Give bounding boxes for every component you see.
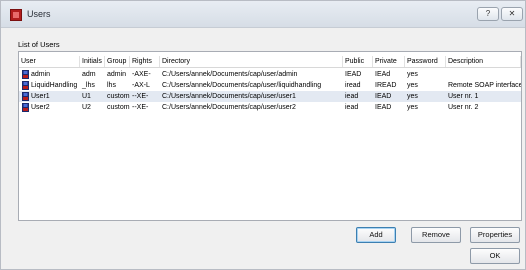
column-header-group[interactable]: Group	[105, 56, 130, 67]
user-rights: --XE-	[132, 93, 149, 100]
table-row-selected[interactable]: User1 U1 custom --XE- C:/Users/annek/Doc…	[19, 91, 521, 102]
table-header: User Initials Group Rights Directory Pub…	[19, 56, 521, 68]
table-row[interactable]: admin adm admin -AXE- C:/Users/annek/Doc…	[19, 69, 521, 80]
user-name: User2	[31, 104, 50, 111]
column-header-directory[interactable]: Directory	[160, 56, 343, 67]
user-description: User nr. 2	[448, 104, 479, 111]
user-group: lhs	[107, 82, 116, 89]
user-public: iread	[345, 82, 361, 89]
column-header-password[interactable]: Password	[405, 56, 446, 67]
user-initials: adm	[82, 71, 96, 78]
remove-button[interactable]: Remove	[411, 227, 461, 243]
user-description: User nr. 1	[448, 93, 479, 100]
user-group: custom	[107, 104, 130, 111]
column-header-initials[interactable]: Initials	[80, 56, 105, 67]
user-name: LiquidHandling	[31, 82, 78, 89]
user-password: yes	[407, 82, 418, 89]
user-public: iead	[345, 104, 359, 111]
close-icon[interactable]: ✕	[501, 7, 523, 21]
user-name: User1	[31, 93, 50, 100]
user-rights: --XE-	[132, 104, 149, 111]
user-group: admin	[107, 71, 127, 78]
user-initials: U2	[82, 104, 91, 111]
user-directory: C:/Users/annek/Documents/cap/user/admin	[162, 71, 298, 78]
user-private: IEAd	[375, 71, 391, 78]
column-header-public[interactable]: Public	[343, 56, 373, 67]
column-header-rights[interactable]: Rights	[130, 56, 160, 67]
column-header-private[interactable]: Private	[373, 56, 405, 67]
user-private: IREAD	[375, 82, 397, 89]
user-private: IEAD	[375, 104, 392, 111]
user-public: iead	[345, 93, 359, 100]
column-header-description[interactable]: Description	[446, 56, 521, 67]
user-password: yes	[407, 71, 418, 78]
users-window: Users ? ✕ List of Users User Initials Gr…	[0, 0, 526, 270]
user-directory: C:/Users/annek/Documents/cap/user/liquid…	[162, 82, 322, 89]
title-bar[interactable]: Users ? ✕	[1, 1, 525, 28]
user-rights: -AXE-	[132, 71, 151, 78]
column-header-user[interactable]: User	[19, 56, 80, 67]
list-label: List of Users	[18, 40, 60, 49]
user-description	[446, 69, 521, 80]
user-public: IEAD	[345, 71, 362, 78]
properties-button[interactable]: Properties	[470, 227, 520, 243]
user-password: yes	[407, 93, 418, 100]
user-description: Remote SOAP interface	[448, 82, 521, 89]
user-private: IEAD	[375, 93, 392, 100]
user-group: custom	[107, 93, 130, 100]
user-initials: _lhs	[82, 82, 95, 89]
user-directory: C:/Users/annek/Documents/cap/user/user1	[162, 93, 296, 100]
user-password: yes	[407, 104, 418, 111]
help-icon[interactable]: ?	[477, 7, 499, 21]
window-title: Users	[27, 9, 51, 19]
app-icon	[10, 9, 22, 21]
table-row[interactable]: LiquidHandling _lhs lhs -AX-L C:/Users/a…	[19, 80, 521, 91]
user-initials: U1	[82, 93, 91, 100]
user-rights: -AX-L	[132, 82, 150, 89]
add-button[interactable]: Add	[356, 227, 396, 243]
ok-button[interactable]: OK	[470, 248, 520, 264]
table-row[interactable]: User2 U2 custom --XE- C:/Users/annek/Doc…	[19, 102, 521, 113]
user-directory: C:/Users/annek/Documents/cap/user/user2	[162, 104, 296, 111]
users-table[interactable]: User Initials Group Rights Directory Pub…	[18, 51, 522, 221]
user-name: admin	[31, 71, 51, 78]
